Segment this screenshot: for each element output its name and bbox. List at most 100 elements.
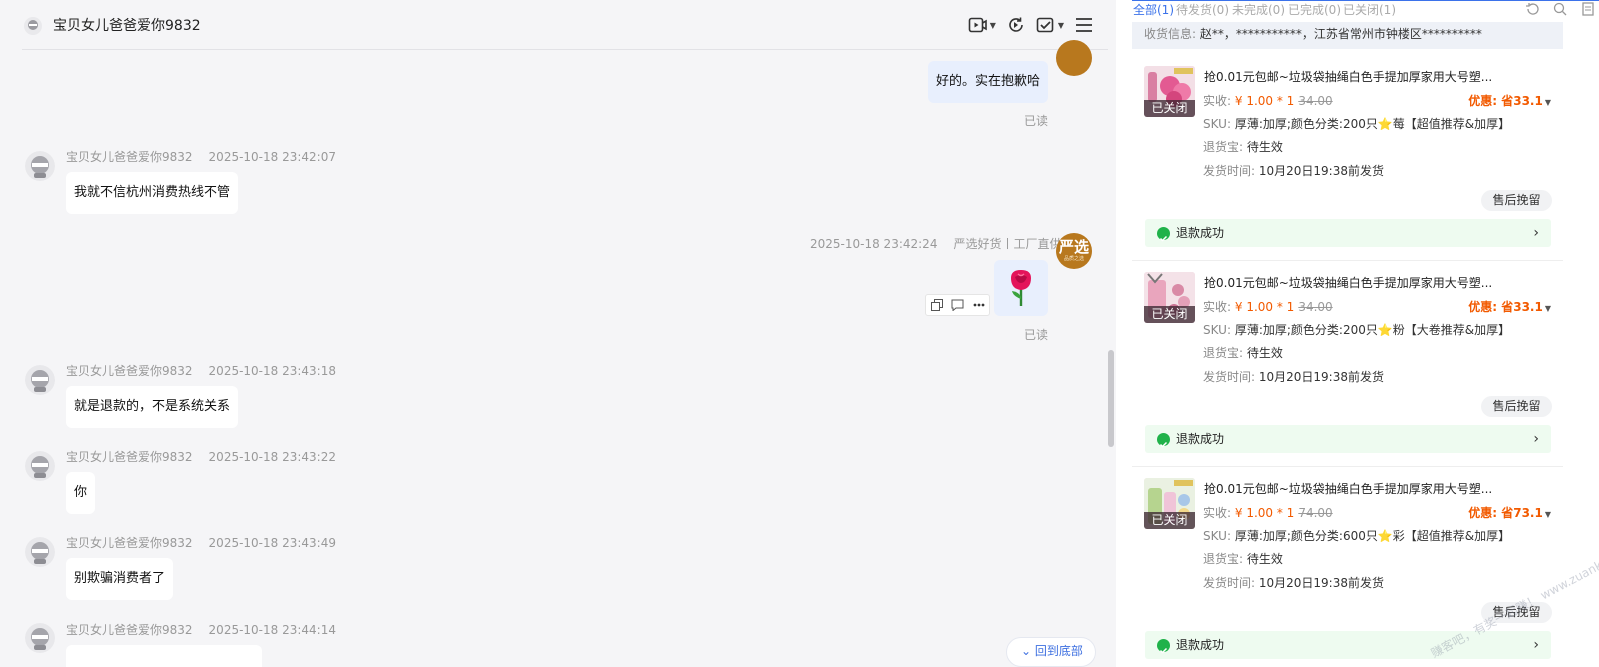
- original-price: 74.00: [1298, 506, 1333, 520]
- chevron-right-icon: ›: [1533, 637, 1539, 653]
- discount-text: 优惠: 省33.1: [1468, 300, 1543, 314]
- back-to-bottom-button[interactable]: ⌄ 回到底部: [1006, 637, 1096, 667]
- chevron-down-icon: ▼: [1544, 304, 1551, 313]
- customer-avatar: [25, 451, 55, 481]
- search-icon[interactable]: [1553, 2, 1567, 16]
- sku-label: SKU:: [1203, 529, 1231, 543]
- message-time: 2025-10-18 23:42:07: [208, 150, 336, 164]
- tab-all[interactable]: 全部(1): [1133, 1, 1174, 18]
- read-receipt: 已读: [1024, 114, 1049, 128]
- chevron-right-icon: ›: [1533, 431, 1539, 447]
- sender-name: 严选好货丨工厂直供: [953, 237, 1062, 251]
- ship-time-label: 发货时间:: [1203, 164, 1256, 178]
- chevron-down-icon: ▼: [989, 20, 996, 30]
- paid-amount: ¥ 1.00 * 1: [1234, 506, 1295, 520]
- product-thumbnail[interactable]: 已关闭: [1144, 478, 1195, 529]
- more-button[interactable]: [968, 295, 989, 315]
- return-insurance-value: 待生效: [1246, 346, 1283, 360]
- ship-time-label: 发货时间:: [1203, 370, 1256, 384]
- document-icon[interactable]: [1581, 2, 1595, 16]
- product-title[interactable]: 抢0.01元包邮~垃圾袋抽绳白色手提加厚家用大号塑...: [1204, 274, 1492, 291]
- sender-name: 宝贝女儿爸爸爱你9832: [66, 150, 193, 164]
- return-insurance-label: 退货宝:: [1203, 140, 1244, 154]
- message-meta: 2025-10-18 23:42:24 严选好货丨工厂直供: [810, 235, 1061, 252]
- message-time: 2025-10-18 23:43:49: [208, 536, 336, 550]
- return-insurance-value: 待生效: [1246, 552, 1283, 566]
- sender-name: 宝贝女儿爸爸爱你9832: [66, 364, 193, 378]
- sku-value: 厚薄:加厚;颜色分类:200只⭐粉【大卷推荐&加厚】: [1234, 323, 1511, 337]
- discount[interactable]: 优惠: 省33.1 ▼: [1468, 298, 1551, 315]
- chevron-down-icon: ▼: [1544, 510, 1551, 519]
- app-window: 宝贝女儿爸爸爱你9832 ▼ ▼ 好的。实在抱歉哈 已读 宝贝女儿爸爸爱你983…: [0, 0, 1599, 667]
- message-bubble[interactable]: 你: [66, 472, 96, 514]
- rose-sticker-message[interactable]: [994, 260, 1048, 316]
- product-title[interactable]: 抢0.01元包邮~垃圾袋抽绳白色手提加厚家用大号塑...: [1204, 480, 1492, 497]
- refresh-button[interactable]: [1006, 14, 1026, 36]
- tab-closed[interactable]: 已关闭(1): [1343, 1, 1396, 18]
- return-insurance-label: 退货宝:: [1203, 346, 1244, 360]
- header-toolbar: ▼ ▼: [968, 14, 1094, 36]
- message-bubble-mine[interactable]: 好的。实在抱歉哈: [928, 61, 1049, 103]
- video-icon: [968, 17, 987, 33]
- header-divider: [22, 49, 1108, 50]
- refund-status-row[interactable]: 退款成功 ›: [1145, 219, 1551, 247]
- message-bubble[interactable]: 别欺骗消费者了: [66, 558, 174, 600]
- message-time: 2025-10-18 23:43:18: [208, 364, 336, 378]
- chevron-right-icon: ›: [1533, 225, 1539, 241]
- paid-label: 实收:: [1203, 94, 1232, 108]
- address-label: 收货信息:: [1144, 27, 1197, 41]
- sku-row: SKU: 厚薄:加厚;颜色分类:200只⭐粉【大卷推荐&加厚】: [1203, 321, 1510, 338]
- discount-text: 优惠: 省33.1: [1468, 94, 1543, 108]
- tab-unfinished[interactable]: 未完成(0): [1232, 1, 1285, 18]
- check-circle-icon: [1157, 639, 1170, 654]
- message-bubble[interactable]: [66, 645, 262, 667]
- message-time: 2025-10-18 23:44:14: [208, 623, 336, 637]
- message-meta: 宝贝女儿爸爸爱你9832 2025-10-18 23:43:22: [66, 448, 336, 465]
- customer-avatar: [25, 365, 55, 395]
- product-thumbnail[interactable]: 已关闭: [1144, 66, 1195, 117]
- chat-scrollbar[interactable]: [1108, 350, 1114, 447]
- after-sale-button[interactable]: 售后挽留: [1481, 396, 1552, 417]
- refund-status-row[interactable]: 退款成功 ›: [1145, 425, 1551, 453]
- check-box-icon: [1036, 17, 1054, 33]
- refund-status-row[interactable]: 退款成功 ›: [1145, 631, 1551, 659]
- shop-avatar: [1056, 40, 1092, 76]
- sender-name: 宝贝女儿爸爸爱你9832: [66, 450, 193, 464]
- ship-time-row: 发货时间: 10月20日19:38前发货: [1203, 574, 1384, 591]
- order-divider: [1132, 466, 1563, 467]
- closed-tag: 已关闭: [1144, 512, 1195, 529]
- message-meta: 宝贝女儿爸爸爱你9832 2025-10-18 23:43:49: [66, 534, 336, 551]
- shop-avatar: 严选 品质之选: [1056, 233, 1092, 269]
- refresh-icon: [1009, 17, 1023, 32]
- contact-avatar: [24, 17, 42, 35]
- ship-time-value: 10月20日19:38前发货: [1258, 164, 1384, 178]
- task-button[interactable]: ▼: [1036, 14, 1064, 36]
- closed-tag: 已关闭: [1144, 306, 1195, 323]
- shop-avatar-text: 严选: [1058, 238, 1089, 256]
- paid-label: 实收:: [1203, 506, 1232, 520]
- copy-button[interactable]: [926, 295, 947, 315]
- quote-icon: [951, 299, 964, 311]
- return-insurance-row: 退货宝: 待生效: [1203, 138, 1283, 155]
- message-bubble[interactable]: 就是退款的，不是系统关系: [66, 386, 239, 428]
- product-title[interactable]: 抢0.01元包邮~垃圾袋抽绳白色手提加厚家用大号塑...: [1204, 68, 1492, 85]
- ship-time-value: 10月20日19:38前发货: [1258, 576, 1384, 590]
- message-bubble[interactable]: 我就不信杭州消费热线不管: [66, 172, 239, 214]
- refund-status: 退款成功: [1176, 432, 1225, 446]
- tab-pending-ship[interactable]: 待发货(0): [1176, 1, 1229, 18]
- product-thumbnail[interactable]: 已关闭: [1144, 272, 1195, 323]
- order-card: 已关闭 抢0.01元包邮~垃圾袋抽绳白色手提加厚家用大号塑... 实收: ¥ 1…: [1132, 478, 1562, 667]
- tab-finished[interactable]: 已完成(0): [1288, 1, 1341, 18]
- menu-button[interactable]: [1074, 14, 1094, 36]
- paid-row: 实收: ¥ 1.00 * 1 34.00: [1203, 92, 1333, 109]
- message-time: 2025-10-18 23:43:22: [208, 450, 336, 464]
- address-value: 赵**，***********，江苏省常州市钟楼区**********: [1199, 27, 1482, 41]
- discount[interactable]: 优惠: 省73.1 ▼: [1468, 504, 1551, 521]
- discount[interactable]: 优惠: 省33.1 ▼: [1468, 92, 1551, 109]
- quote-button[interactable]: [947, 295, 968, 315]
- undo-icon[interactable]: [1525, 2, 1539, 16]
- video-call-button[interactable]: ▼: [968, 14, 996, 36]
- after-sale-button[interactable]: 售后挽留: [1481, 190, 1552, 211]
- customer-avatar: [25, 537, 55, 567]
- copy-icon: [930, 299, 943, 311]
